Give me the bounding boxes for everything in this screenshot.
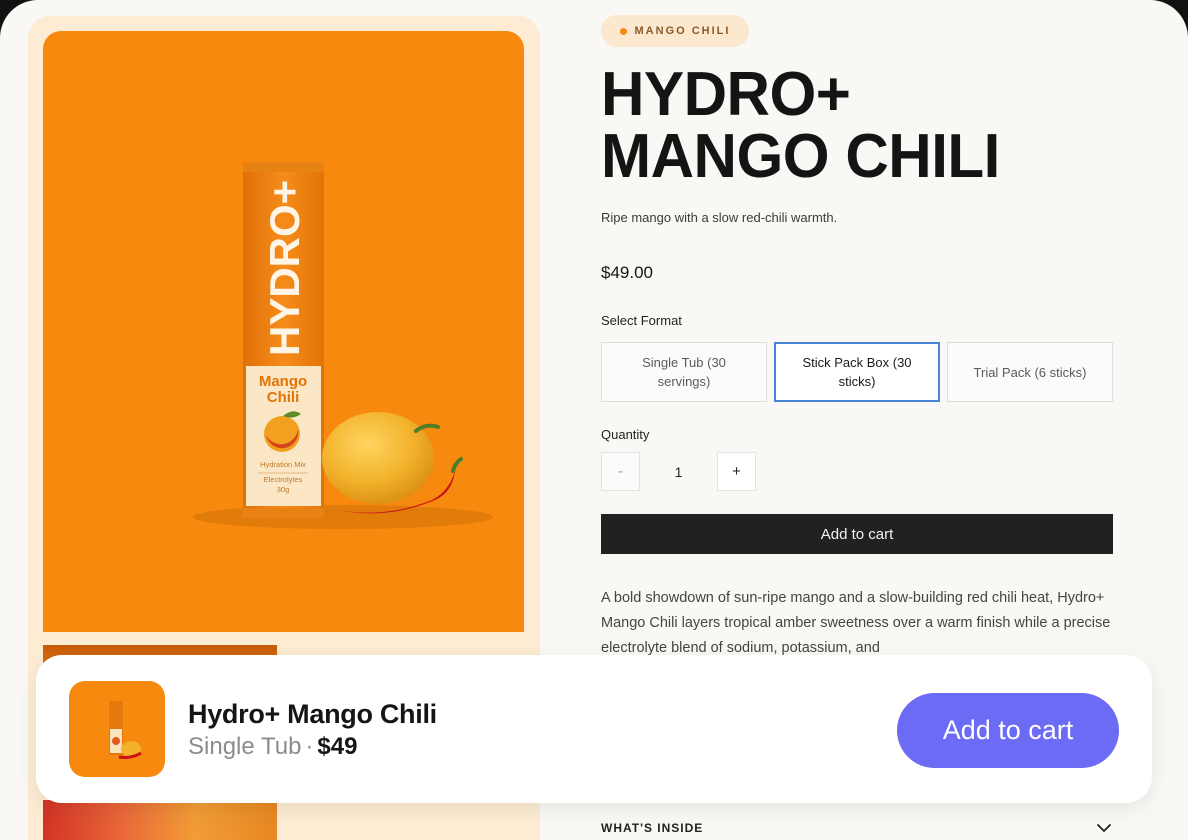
product-description: A bold showdown of sun-ripe mango and a … — [601, 590, 1111, 656]
dot-icon — [619, 27, 627, 35]
format-option-stick-pack-box[interactable]: Stick Pack Box (30 sticks) — [774, 342, 940, 402]
product-hero-image[interactable]: HYDRO+ Mango Chili Hydration Mix Electro… — [43, 31, 524, 632]
accordion-whats-inside[interactable]: WHAT'S INSIDE — [601, 816, 1113, 840]
quantity-value[interactable]: 1 — [640, 464, 717, 480]
product-title: HYDRO+ MANGO CHILI — [601, 64, 1144, 188]
product-page: HYDRO+ Mango Chili Hydration Mix Electro… — [0, 0, 1188, 840]
product-title-line-1: HYDRO+ — [601, 60, 851, 129]
pack-caption-3: 30g — [277, 485, 290, 494]
sticky-separator: · — [305, 733, 314, 760]
quantity-decrease-button[interactable]: - — [601, 452, 640, 491]
pack-brand-text: HYDRO+ — [261, 180, 308, 356]
quantity-label: Quantity — [601, 427, 650, 442]
flavor-badge: MANGO CHILI — [601, 15, 749, 47]
sticky-add-to-cart-button[interactable]: Add to cart — [897, 693, 1119, 768]
product-subtitle: Ripe mango with a slow red-chili warmth. — [601, 210, 838, 225]
gallery-thumbnail-2[interactable] — [43, 800, 277, 840]
sticky-product-name: Hydro+ Mango Chili — [188, 699, 437, 729]
format-option-trial-pack[interactable]: Trial Pack (6 sticks) — [947, 342, 1113, 402]
flavor-badge-label: MANGO CHILI — [634, 25, 731, 37]
sticky-product-meta: Single Tub · $49 — [188, 733, 357, 761]
pack-caption-2: Electrolytes — [264, 475, 303, 484]
pack-caption-1: Hydration Mix — [260, 460, 306, 469]
sticky-product-format: Single Tub — [188, 733, 302, 760]
format-label: Select Format — [601, 313, 682, 328]
sticky-add-to-cart-bar: Hydro+ Mango Chili Single Tub · $49 Add to… — [36, 655, 1152, 803]
add-to-cart-button[interactable]: Add to cart — [601, 514, 1113, 554]
product-pack-illustration: HYDRO+ Mango Chili Hydration Mix Electro… — [193, 162, 493, 529]
format-options: Single Tub (30 servings) Stick Pack Box … — [601, 342, 1113, 402]
sticky-product-thumbnail — [69, 681, 165, 777]
chevron-down-icon — [1097, 824, 1111, 833]
quantity-stepper: - 1 + — [601, 452, 756, 491]
product-price: $49.00 — [601, 263, 653, 282]
product-thumbnail-image — [109, 701, 142, 759]
pack-flavor-text-1: Mango — [259, 373, 307, 390]
accordion-label: WHAT'S INSIDE — [601, 821, 704, 835]
quantity-increase-button[interactable]: + — [717, 452, 756, 491]
product-title-line-2: MANGO CHILI — [601, 122, 1000, 191]
format-option-single-tub[interactable]: Single Tub (30 servings) — [601, 342, 767, 402]
pack-flavor-text-2: Chili — [267, 389, 300, 406]
mango-image — [322, 412, 434, 504]
sticky-product-price: $49 — [317, 733, 358, 760]
